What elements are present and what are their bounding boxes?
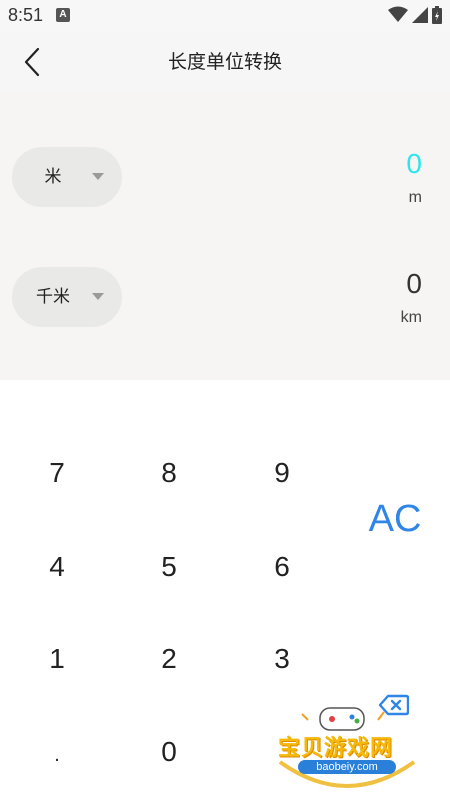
to-unit-dropdown[interactable]: 千米 [12,267,122,327]
to-unit-symbol: km [400,309,422,326]
key-5[interactable]: 5 [124,532,214,602]
caret-down-icon [92,173,104,180]
key-1[interactable]: 1 [12,624,102,694]
watermark-url: baobeiy.com [298,760,396,774]
wifi-icon [388,6,408,22]
chevron-left-icon [24,47,40,77]
status-icons [388,6,442,24]
key-2[interactable]: 2 [124,624,214,694]
from-unit-label: 米 [44,167,62,187]
from-unit-symbol: m [408,189,422,206]
key-7[interactable]: 7 [12,438,102,508]
back-button[interactable] [14,44,50,80]
key-4[interactable]: 4 [12,532,102,602]
key-6[interactable]: 6 [237,532,327,602]
status-bar: 8:51 A [0,0,450,32]
app-bar: 长度单位转换 [0,32,450,92]
signal-icon [412,7,428,23]
status-time: 8:51 [8,5,44,25]
to-value-display[interactable]: 0 [406,268,422,300]
to-unit-label: 千米 [36,287,70,307]
clear-all-button[interactable]: AC [350,484,440,554]
notification-a-icon: A [56,8,70,22]
battery-icon [432,6,442,24]
key-0[interactable]: 0 [124,717,214,787]
key-decimal[interactable]: . [12,720,102,790]
converter-panel: 米 0 m 千米 0 km [0,92,450,380]
key-3[interactable]: 3 [237,624,327,694]
key-8[interactable]: 8 [124,438,214,508]
from-value-display[interactable]: 0 [406,148,422,180]
caret-down-icon [92,293,104,300]
watermark: 宝贝游戏网 baobeiy.com [272,700,422,795]
watermark-text: 宝贝游戏网 [278,736,394,761]
from-unit-dropdown[interactable]: 米 [12,147,122,207]
key-9[interactable]: 9 [237,438,327,508]
page-title: 长度单位转换 [167,51,282,73]
